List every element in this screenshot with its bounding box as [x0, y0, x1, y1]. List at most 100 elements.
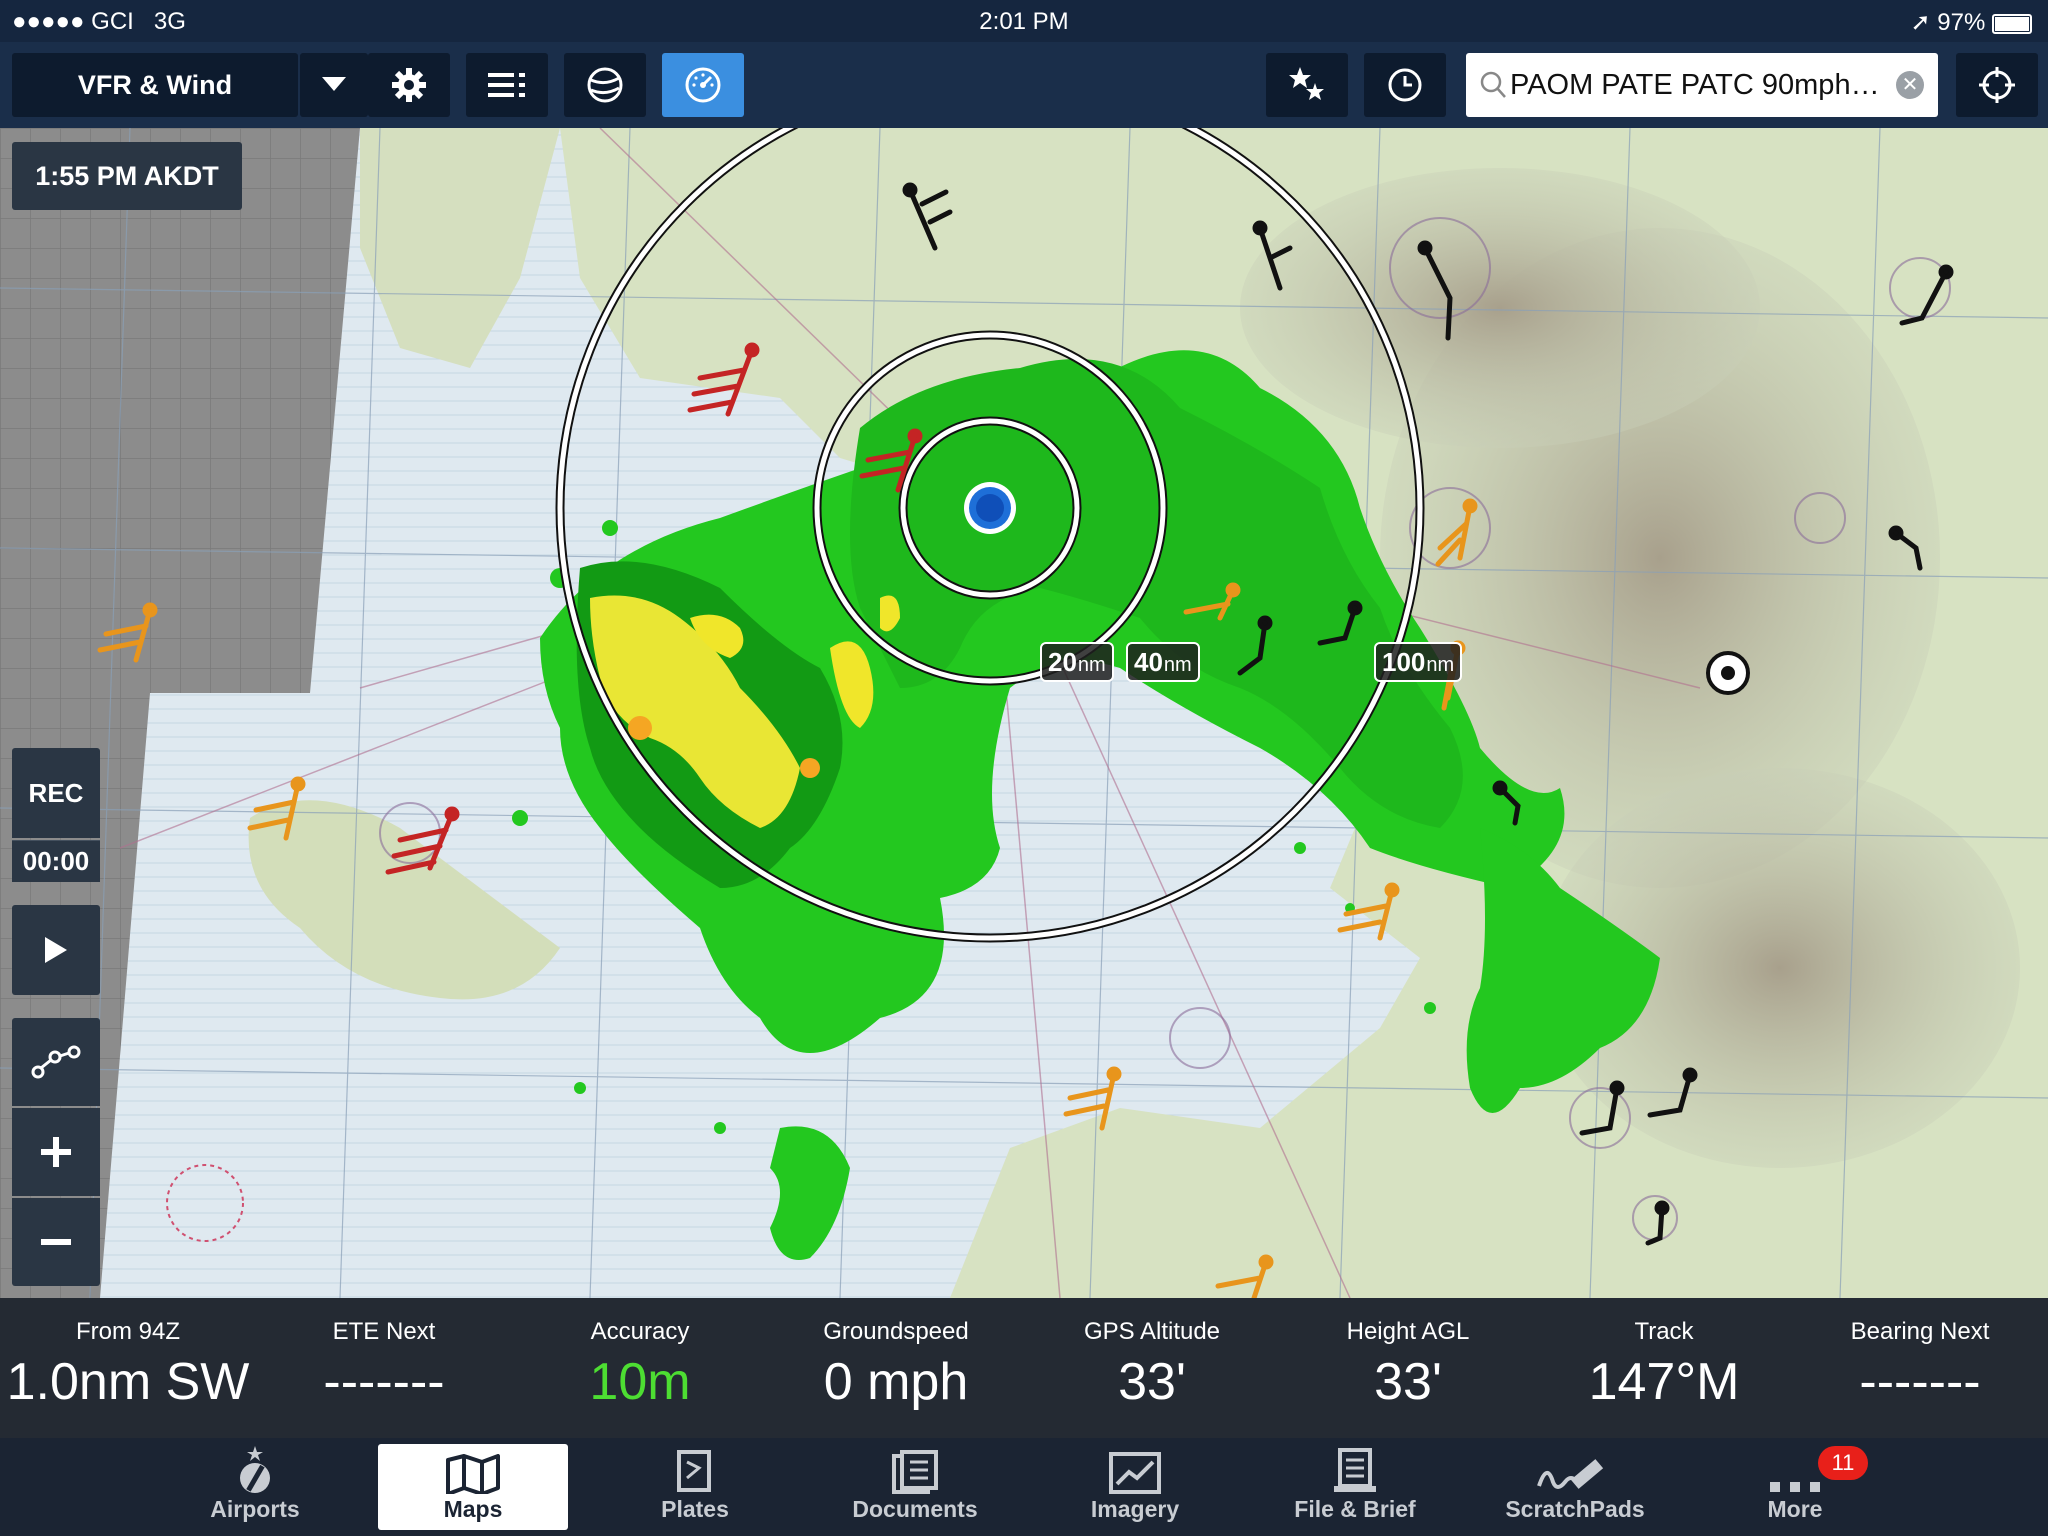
- status-bar: ●●●●● GCI 3G 2:01 PM ➚ 97%: [0, 0, 2048, 42]
- list-icon: [488, 73, 525, 97]
- instrument-bearing-next[interactable]: Bearing Next -------: [1792, 1298, 2048, 1438]
- map-canvas[interactable]: [0, 128, 2048, 1298]
- triangle-down-icon: [322, 77, 346, 91]
- tab-file-brief[interactable]: File & Brief: [1260, 1444, 1450, 1530]
- search-icon: [1480, 71, 1506, 98]
- search-input-text: PAOM PATE PATC 90mph…: [1510, 68, 1880, 101]
- route-icon: [31, 1045, 81, 1079]
- ring-unit: nm: [1426, 654, 1455, 676]
- map-toolbar: VFR & Wind PAOM PATE PATC 90mph… ✕: [0, 42, 2048, 128]
- record-timer: 00:00: [12, 840, 100, 882]
- battery-icon: [1992, 13, 2032, 34]
- favorites-button[interactable]: [1266, 53, 1348, 117]
- airports-icon: [240, 1446, 270, 1493]
- instrument-label: From 94Z: [75, 1318, 180, 1345]
- instrument-from[interactable]: From 94Z 1.0nm SW: [0, 1298, 256, 1438]
- instrument-value: 33': [1118, 1353, 1186, 1411]
- ring-label-100nm: 100 nm: [1374, 642, 1463, 682]
- tab-label: File & Brief: [1294, 1496, 1416, 1522]
- scratchpad-icon: [1537, 1459, 1604, 1489]
- instrument-value: 1.0nm SW: [6, 1353, 250, 1411]
- instrument-accuracy[interactable]: Accuracy 10m: [512, 1298, 768, 1438]
- recents-button[interactable]: [1364, 53, 1446, 117]
- instrument-label: GPS Altitude: [1083, 1318, 1221, 1345]
- documents-icon: [892, 1450, 938, 1494]
- tab-airports[interactable]: Airports: [160, 1444, 350, 1530]
- instrument-label: Accuracy: [590, 1318, 690, 1345]
- instrument-gps-altitude[interactable]: GPS Altitude 33': [1024, 1298, 1280, 1438]
- layer-list-button[interactable]: [466, 53, 548, 117]
- radar-heavy: [800, 758, 820, 778]
- play-button[interactable]: [12, 905, 100, 995]
- ring-value: 100: [1382, 647, 1426, 677]
- layer-dropdown-button[interactable]: [300, 53, 368, 117]
- zoom-out-button[interactable]: [12, 1198, 100, 1286]
- tab-plates[interactable]: Plates: [600, 1444, 790, 1530]
- instruments-button[interactable]: [662, 53, 744, 117]
- search-field[interactable]: PAOM PATE PATC 90mph… ✕: [1466, 53, 1938, 117]
- map-icon: [446, 1454, 500, 1494]
- globe-icon: [587, 67, 623, 103]
- tab-label: Airports: [210, 1496, 300, 1522]
- instrument-label: Height AGL: [1346, 1318, 1470, 1345]
- tab-label: Maps: [443, 1496, 503, 1522]
- zoom-in-button[interactable]: [12, 1108, 100, 1196]
- instrument-value: -------: [323, 1353, 445, 1411]
- instrument-label: Track: [1634, 1318, 1694, 1345]
- tab-bar: Airports Maps Plates Documents Imagery F…: [0, 1438, 2048, 1536]
- play-icon: [45, 937, 67, 963]
- record-button[interactable]: REC: [12, 748, 100, 838]
- instrument-track[interactable]: Track 147°M: [1536, 1298, 1792, 1438]
- instrument-label: Groundspeed: [823, 1318, 969, 1345]
- map-view[interactable]: 20 nm 40 nm 100 nm: [0, 128, 2048, 1298]
- instrument-value: 0 mph: [823, 1353, 969, 1411]
- tab-label: Plates: [661, 1496, 729, 1522]
- ring-unit: nm: [1163, 654, 1192, 676]
- tab-label: Imagery: [1090, 1496, 1180, 1522]
- center-location-button[interactable]: [1956, 53, 2038, 117]
- radar-heavy: [628, 716, 652, 740]
- instrument-value: -------: [1859, 1353, 1981, 1411]
- tab-label: ScratchPads: [1505, 1496, 1645, 1522]
- layer-selector-label: VFR & Wind: [77, 69, 233, 100]
- location-arrow-icon: ➚: [1910, 9, 1931, 36]
- instrument-label: ETE Next: [332, 1318, 436, 1345]
- instrument-value: 10m: [589, 1353, 691, 1411]
- tab-label: Documents: [852, 1496, 978, 1522]
- tab-imagery[interactable]: Imagery: [1040, 1444, 1230, 1530]
- notification-badge: 11: [1818, 1446, 1868, 1480]
- tab-maps[interactable]: Maps: [378, 1444, 568, 1530]
- plates-icon: [677, 1450, 711, 1492]
- instrument-groundspeed[interactable]: Groundspeed 0 mph: [768, 1298, 1024, 1438]
- tab-more[interactable]: More 11: [1700, 1444, 1890, 1530]
- more-icon: [1770, 1482, 1820, 1492]
- battery-percent: 97%: [1937, 9, 1986, 36]
- layer-selector-button[interactable]: VFR & Wind: [12, 53, 298, 117]
- gear-icon: [392, 68, 426, 102]
- route-button[interactable]: [12, 1018, 100, 1106]
- airport-marker-icon[interactable]: [1706, 651, 1750, 695]
- ring-label-40nm: 40 nm: [1126, 642, 1200, 682]
- instrument-height-agl[interactable]: Height AGL 33': [1280, 1298, 1536, 1438]
- instrument-ete-next[interactable]: ETE Next -------: [256, 1298, 512, 1438]
- clear-search-icon[interactable]: ✕: [1896, 71, 1924, 99]
- terrain-relief: [1240, 168, 1760, 448]
- settings-button[interactable]: [368, 53, 450, 117]
- instrument-value: 147°M: [1588, 1353, 1740, 1411]
- ring-unit: nm: [1077, 654, 1106, 676]
- globe-view-button[interactable]: [564, 53, 646, 117]
- tab-documents[interactable]: Documents: [820, 1444, 1010, 1530]
- gauge-icon: [685, 67, 721, 103]
- instrument-panel[interactable]: From 94Z 1.0nm SW ETE Next ------- Accur…: [0, 1298, 2048, 1438]
- stars-icon: [1289, 67, 1324, 100]
- ownship-position-icon: [964, 482, 1016, 534]
- plus-icon: [41, 1137, 71, 1167]
- instrument-value: 33': [1374, 1353, 1442, 1411]
- tab-scratchpads[interactable]: ScratchPads: [1480, 1444, 1670, 1530]
- status-time: 2:01 PM: [979, 8, 1069, 35]
- clock-icon: [1388, 68, 1422, 102]
- ring-value: 20: [1048, 647, 1077, 677]
- radar-timestamp: 1:55 PM AKDT: [12, 142, 242, 210]
- ring-label-20nm: 20 nm: [1040, 642, 1114, 682]
- ring-value: 40: [1134, 647, 1163, 677]
